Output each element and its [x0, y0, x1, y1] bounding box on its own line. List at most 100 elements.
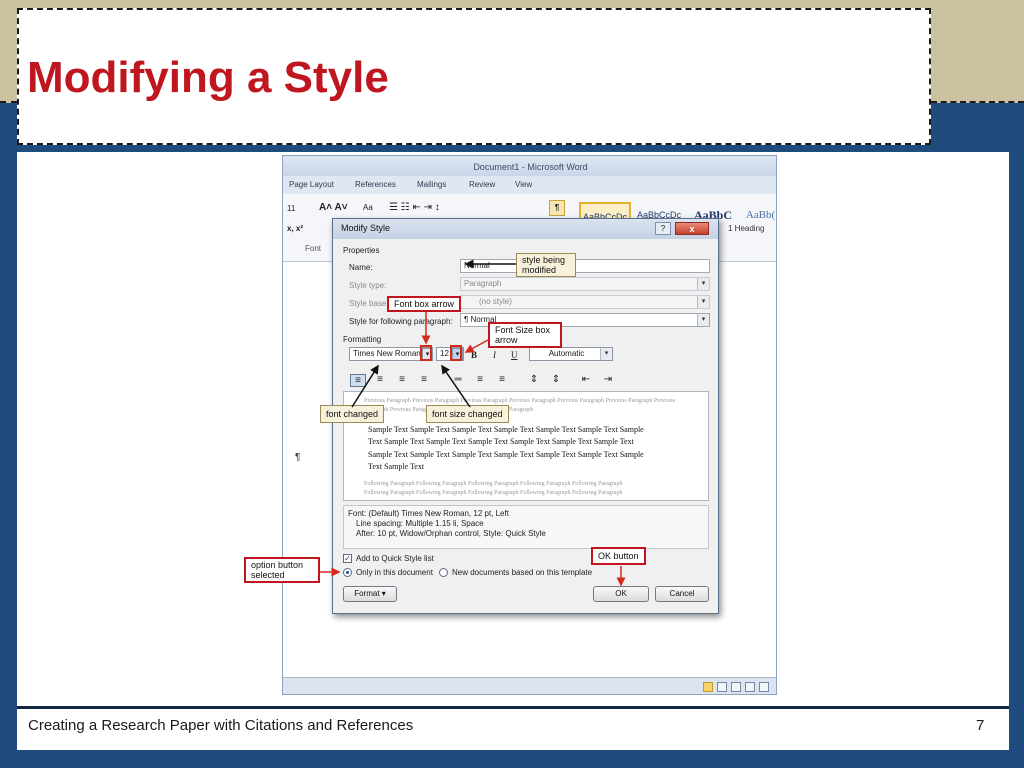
space-after-icon[interactable]: ⇕: [548, 374, 564, 387]
cancel-button[interactable]: Cancel: [655, 586, 709, 602]
font-color-value: Automatic: [548, 349, 585, 358]
callout-font-size-box-arrow: Font Size box arrow: [488, 322, 562, 348]
heading-style-label: 1 Heading: [728, 224, 765, 233]
chevron-down-icon: ▾: [697, 278, 709, 290]
spacing-single-icon[interactable]: ═: [450, 374, 466, 387]
preview-following-line-1: Following Paragraph Following Paragraph …: [364, 481, 623, 487]
font-size-arrow-highlight: [450, 345, 462, 361]
draft-view-icon[interactable]: [759, 682, 769, 692]
formatting-section-label: Formatting: [343, 335, 382, 344]
callout-font-changed: font changed: [320, 405, 385, 423]
dialog-title-bar[interactable]: Modify Style ? x: [333, 219, 718, 239]
sample-line: Text Sample Text: [368, 461, 425, 471]
chevron-down-icon: ▾: [697, 314, 709, 326]
preview-sample-text: Sample Text Sample Text Sample Text Samp…: [368, 424, 688, 473]
grow-font-icon[interactable]: A˄ A˅: [319, 202, 348, 213]
callout-line: style being: [522, 255, 566, 265]
spacing-double-icon[interactable]: ≡: [494, 374, 510, 387]
align-left-icon[interactable]: ≡: [350, 374, 366, 387]
following-paragraph-label: Style for following paragraph:: [349, 317, 453, 326]
style-type-value: Paragraph: [464, 279, 502, 288]
callout-style-being-modified: style being modified: [516, 253, 576, 277]
callout-font-box-arrow: Font box arrow: [387, 296, 462, 312]
subscript-superscript-icons[interactable]: x, x²: [287, 224, 303, 233]
modify-style-dialog: Modify Style ? x Properties Name: Normal…: [332, 218, 719, 614]
style-preview: Previous Paragraph Previous Paragraph Pr…: [343, 391, 709, 501]
change-case-button[interactable]: Aa: [363, 203, 373, 212]
dialog-title: Modify Style: [341, 223, 391, 233]
align-right-icon[interactable]: ≡: [394, 374, 410, 387]
description-line: Font: (Default) Times New Roman, 12 pt, …: [348, 509, 509, 518]
callout-option-button-selected: option button selected: [244, 557, 320, 583]
list-icons[interactable]: ☰ ☷ ⇤ ⇥ ↕: [389, 202, 440, 213]
format-button[interactable]: Format ▾: [343, 586, 397, 602]
page-number: 7: [976, 717, 985, 734]
slide-footer: Creating a Research Paper with Citations…: [28, 717, 414, 734]
description-line: Line spacing: Multiple 1.15 li, Space: [356, 519, 484, 528]
tab-mailings[interactable]: Mailings: [417, 180, 446, 189]
style-based-on-value: (no style): [479, 297, 512, 306]
bold-button[interactable]: B: [471, 350, 477, 360]
callout-ok-button: OK button: [591, 547, 646, 565]
paragraph-mark: ¶: [295, 452, 301, 463]
ribbon-tabs: Page Layout References Mailings Review V…: [283, 176, 776, 194]
title-divider-right: [931, 101, 1024, 103]
word-title-bar: Document1 - Microsoft Word: [283, 156, 776, 176]
underline-button[interactable]: U: [511, 350, 518, 360]
style-type-select[interactable]: Paragraph ▾: [460, 277, 710, 291]
ribbon-font-size[interactable]: 11: [287, 204, 295, 213]
chevron-down-icon: ▾: [697, 296, 709, 308]
description-line: After: 10 pt, Widow/Orphan control, Styl…: [356, 529, 546, 538]
outline-view-icon[interactable]: [745, 682, 755, 692]
preview-following-line-2: Following Paragraph Following Paragraph …: [364, 490, 623, 496]
increase-indent-icon[interactable]: ⇥: [600, 374, 616, 387]
web-layout-view-icon[interactable]: [731, 682, 741, 692]
full-screen-view-icon[interactable]: [717, 682, 727, 692]
callout-line: arrow: [495, 335, 518, 345]
slide-title: Modifying a Style: [27, 53, 389, 102]
space-before-icon[interactable]: ⇕: [526, 374, 542, 387]
style-type-label: Style type:: [349, 281, 387, 290]
italic-button[interactable]: I: [493, 350, 496, 360]
preview-previous-line-1: Previous Paragraph Previous Paragraph Pr…: [364, 398, 675, 404]
style-thumb-heading-2[interactable]: AaBb(: [743, 202, 776, 240]
print-layout-view-icon[interactable]: [703, 682, 713, 692]
preview-previous-line-2: Paragraph Previous Paragraph Previous Pa…: [364, 407, 534, 413]
name-label: Name:: [349, 263, 373, 272]
add-quick-style-label: Add to Quick Style list: [356, 554, 434, 563]
chevron-down-icon: ▾: [600, 348, 612, 360]
style-description: Font: (Default) Times New Roman, 12 pt, …: [343, 505, 709, 549]
font-group-label: Font: [305, 244, 322, 253]
new-documents-radio[interactable]: [439, 568, 448, 577]
add-quick-style-checkbox[interactable]: ✓: [343, 554, 352, 563]
ok-button[interactable]: OK: [593, 586, 649, 602]
close-button[interactable]: x: [675, 222, 709, 235]
only-this-document-radio[interactable]: [343, 568, 352, 577]
tab-review[interactable]: Review: [469, 180, 495, 189]
name-field[interactable]: Normal: [460, 259, 710, 273]
tab-view[interactable]: View: [515, 180, 532, 189]
style-based-on-select[interactable]: (no style) ▾: [460, 295, 710, 309]
font-box-arrow-highlight: [420, 345, 432, 361]
justify-icon[interactable]: ≡: [416, 374, 432, 387]
align-center-icon[interactable]: ≡: [372, 374, 388, 387]
show-hide-paragraph-icon[interactable]: ¶: [549, 200, 565, 216]
only-this-document-label: Only in this document: [356, 568, 433, 577]
properties-section-label: Properties: [343, 246, 380, 255]
tab-page-layout[interactable]: Page Layout: [289, 180, 334, 189]
callout-line: selected: [251, 570, 285, 580]
new-documents-label: New documents based on this template: [452, 568, 593, 577]
callout-line: option button: [251, 560, 304, 570]
decrease-indent-icon[interactable]: ⇤: [578, 374, 594, 387]
style-based-on-label: Style base: [349, 299, 387, 308]
sample-line: Sample Text Sample Text Sample Text Samp…: [368, 425, 644, 434]
sample-line: Sample Text Sample Text Sample Text Samp…: [368, 449, 644, 459]
spacing-onehalf-icon[interactable]: ≡: [472, 374, 488, 387]
help-button[interactable]: ?: [655, 222, 671, 235]
font-color-select[interactable]: Automatic ▾: [529, 347, 613, 361]
title-divider-left: [0, 101, 17, 103]
callout-font-size-changed: font size changed: [426, 405, 509, 423]
tab-references[interactable]: References: [355, 180, 396, 189]
status-bar: [283, 677, 776, 694]
callout-line: modified: [522, 265, 557, 275]
